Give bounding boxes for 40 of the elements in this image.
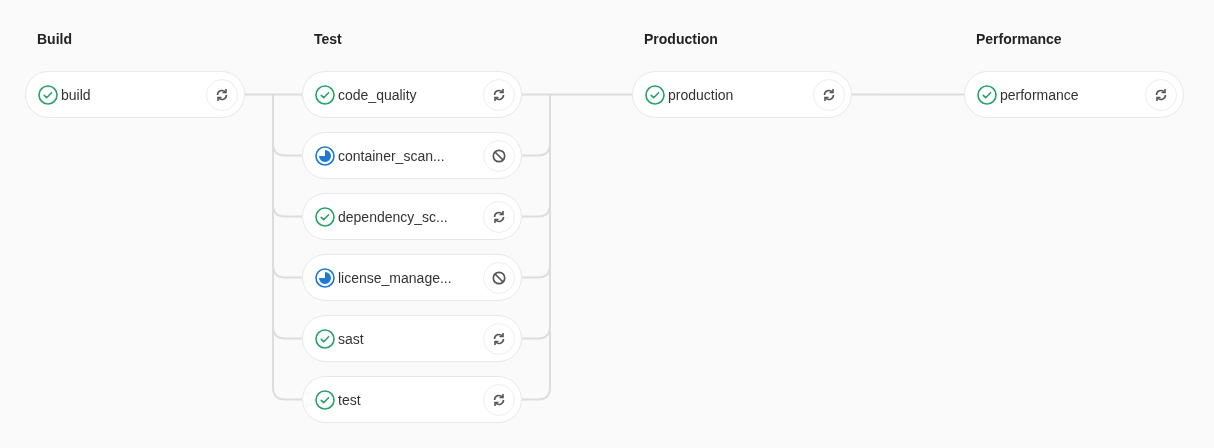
retry-icon [492, 331, 506, 346]
job-name: performance [1000, 86, 1080, 103]
job-pill[interactable]: build [25, 71, 245, 118]
retry-button[interactable] [483, 383, 515, 416]
stage-title: Build [36, 30, 72, 48]
job-pill[interactable]: container_scan... [302, 132, 522, 179]
retry-button[interactable] [483, 200, 515, 233]
job-pill[interactable]: dependency_sc... [302, 193, 522, 240]
job-name: dependency_sc... [338, 208, 449, 225]
job-name: license_manage... [338, 269, 453, 286]
job-name: sast [338, 330, 365, 347]
job-name: container_scan... [338, 147, 446, 164]
retry-button[interactable] [483, 322, 515, 355]
cancel-icon [492, 270, 506, 285]
job-name: test [338, 391, 362, 408]
retry-icon [1154, 87, 1168, 102]
retry-button[interactable] [483, 78, 515, 111]
retry-icon [492, 209, 506, 224]
retry-icon [492, 392, 506, 407]
retry-button[interactable] [1145, 78, 1177, 111]
job-name: build [61, 86, 92, 103]
job-name: production [668, 86, 735, 103]
stage-title: Test [313, 30, 342, 48]
job-pill[interactable]: license_manage... [302, 254, 522, 301]
retry-icon [215, 87, 229, 102]
stage-title: Performance [975, 30, 1062, 48]
retry-icon [492, 87, 506, 102]
retry-button[interactable] [813, 78, 845, 111]
cancel-icon [492, 148, 506, 163]
job-pill[interactable]: sast [302, 315, 522, 362]
stage-title: Production [643, 30, 718, 48]
job-pill[interactable]: code_quality [302, 71, 522, 118]
job-pill[interactable]: performance [964, 71, 1184, 118]
cancel-button[interactable] [483, 261, 515, 294]
job-pill[interactable]: test [302, 376, 522, 423]
retry-icon [822, 87, 836, 102]
retry-button[interactable] [206, 78, 238, 111]
job-name: code_quality [338, 86, 418, 103]
cancel-button[interactable] [483, 139, 515, 172]
job-pill[interactable]: production [632, 71, 852, 118]
